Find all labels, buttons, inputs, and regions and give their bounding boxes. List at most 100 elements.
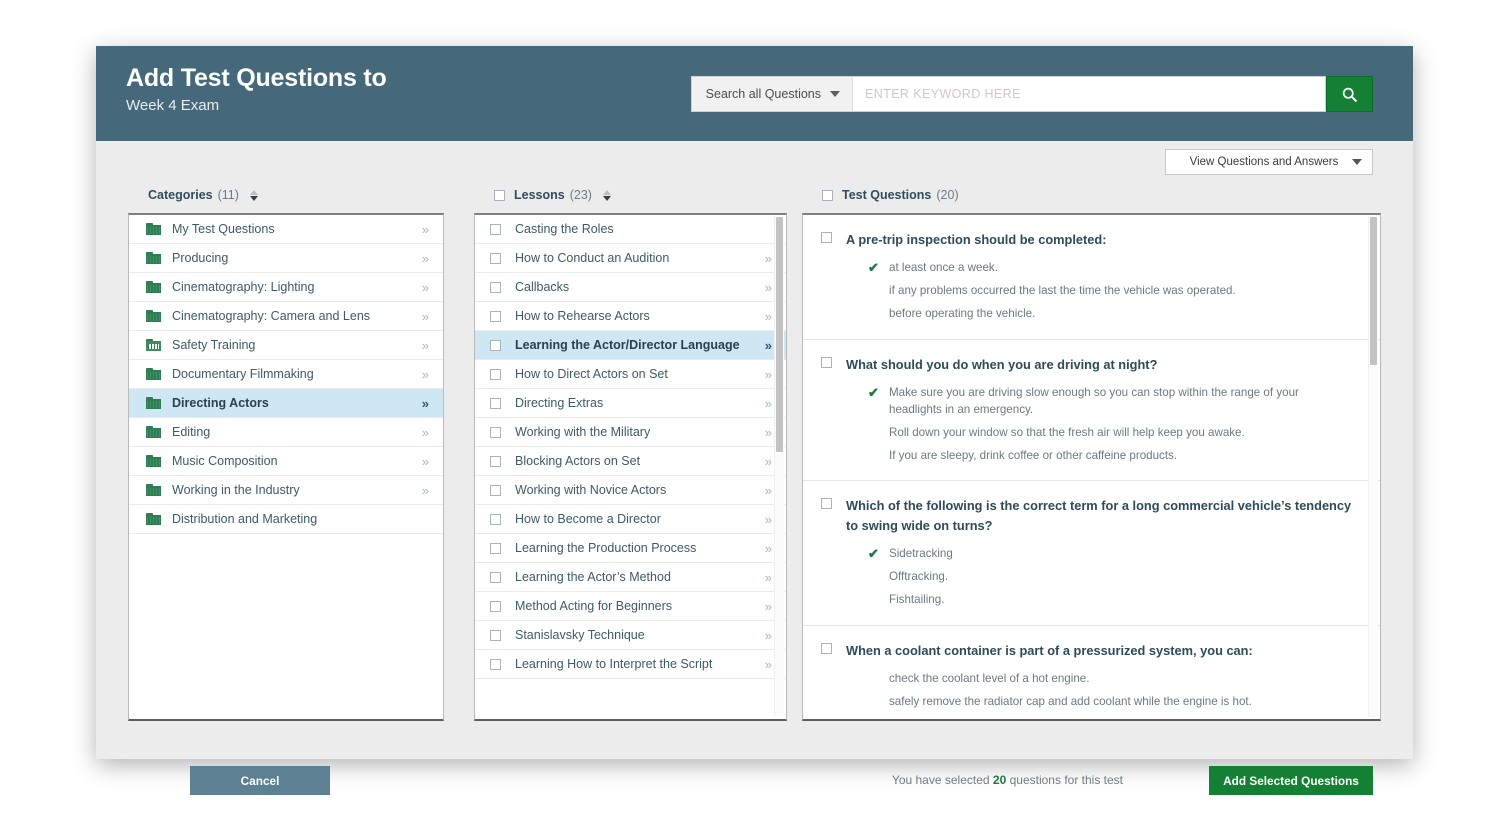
category-row[interactable]: Cinematography: Camera and Lens » — [129, 302, 443, 331]
chevron-right-double-icon[interactable]: » — [422, 281, 431, 294]
question-checkbox[interactable] — [821, 232, 832, 243]
category-row[interactable]: Working in the Industry » — [129, 476, 443, 505]
question-checkbox[interactable] — [821, 642, 832, 654]
categories-column: Categories (11) My Test Questions» Produc… — [128, 177, 444, 721]
category-row[interactable]: Cinematography: Lighting » — [129, 273, 443, 302]
lesson-checkbox[interactable] — [490, 368, 501, 380]
category-row[interactable]: Documentary Filmmaking » — [129, 360, 443, 389]
chevron-right-double-icon[interactable]: » — [765, 310, 774, 323]
lesson-label: How to Direct Actors on Set — [515, 367, 668, 381]
lesson-checkbox[interactable] — [490, 426, 501, 438]
chevron-right-double-icon[interactable]: » — [765, 252, 774, 265]
chevron-right-double-icon[interactable]: » — [765, 629, 774, 642]
chevron-right-double-icon[interactable]: » — [765, 455, 774, 468]
lesson-row[interactable]: How to Become a Director » — [475, 505, 786, 534]
chevron-right-double-icon[interactable]: » — [422, 223, 431, 236]
check-icon: ✔ — [868, 260, 879, 276]
category-row[interactable]: Safety Training » — [129, 331, 443, 360]
lesson-checkbox[interactable] — [490, 658, 501, 670]
chevron-right-double-icon[interactable]: » — [765, 600, 774, 613]
lesson-row[interactable]: Learning How to Interpret the Script » — [475, 650, 786, 679]
chevron-right-double-icon[interactable]: » — [422, 484, 431, 497]
category-row[interactable]: Directing Actors » — [129, 389, 443, 418]
category-row[interactable]: Producing » — [129, 244, 443, 273]
questions-scrollbar-thumb[interactable] — [1370, 217, 1377, 365]
lesson-checkbox[interactable] — [490, 397, 501, 409]
lesson-label: Working with the Military — [515, 425, 651, 439]
questions-scrollbar[interactable] — [1368, 217, 1378, 717]
chevron-right-double-icon[interactable]: » — [422, 455, 431, 468]
lesson-row[interactable]: Learning the Production Process » — [475, 534, 786, 563]
lesson-checkbox[interactable] — [490, 600, 501, 612]
lesson-checkbox[interactable] — [490, 513, 501, 525]
lesson-row[interactable]: Casting the Roles» — [475, 215, 786, 244]
selection-prefix: You have selected — [891, 773, 990, 787]
lesson-row[interactable]: Learning the Actor/Director Language » — [475, 331, 786, 360]
lessons-list: Casting the Roles»How to Conduct an Audi… — [475, 215, 786, 719]
chevron-right-double-icon[interactable]: » — [422, 339, 431, 352]
lesson-checkbox[interactable] — [490, 455, 501, 467]
chevron-right-double-icon[interactable]: » — [422, 368, 431, 381]
lesson-row[interactable]: Callbacks » — [475, 273, 786, 302]
chevron-right-double-icon[interactable]: » — [422, 252, 431, 265]
lesson-row[interactable]: Method Acting for Beginners » — [475, 592, 786, 621]
lesson-label: Method Acting for Beginners — [515, 599, 673, 613]
add-selected-questions-button[interactable]: Add Selected Questions — [1209, 766, 1373, 795]
chevron-right-double-icon[interactable]: » — [765, 658, 774, 671]
lesson-row[interactable]: Directing Extras » — [475, 389, 786, 418]
chevron-right-double-icon[interactable]: » — [422, 426, 431, 439]
chevron-right-double-icon[interactable]: » — [765, 426, 774, 439]
lesson-row[interactable]: Working with Novice Actors » — [475, 476, 786, 505]
lessons-select-all-checkbox[interactable] — [494, 189, 505, 201]
chevron-right-double-icon[interactable]: » — [765, 484, 774, 497]
lesson-checkbox[interactable] — [490, 629, 501, 641]
search-button[interactable] — [1326, 76, 1373, 112]
category-row[interactable]: My Test Questions » — [129, 215, 443, 244]
chevron-right-double-icon[interactable]: » — [765, 571, 774, 584]
question-checkbox[interactable] — [821, 356, 832, 368]
lesson-row[interactable]: Stanislavsky Technique » — [475, 621, 786, 650]
lesson-row[interactable]: Working with the Military » — [475, 418, 786, 447]
questions-select-all-checkbox[interactable] — [822, 189, 833, 201]
column-gap — [787, 177, 802, 721]
lesson-checkbox[interactable] — [490, 339, 501, 351]
lesson-checkbox[interactable] — [490, 223, 501, 235]
chevron-right-double-icon[interactable]: » — [765, 397, 774, 410]
chevron-right-double-icon[interactable]: » — [765, 513, 774, 526]
lesson-checkbox[interactable] — [490, 281, 501, 293]
lesson-row[interactable]: Blocking Actors on Set » — [475, 447, 786, 476]
lesson-checkbox[interactable] — [490, 542, 501, 554]
answer-text: at least once a week. — [889, 261, 998, 275]
sort-icon[interactable] — [602, 189, 612, 201]
question-checkbox[interactable] — [821, 498, 832, 510]
lesson-checkbox[interactable] — [490, 484, 501, 496]
chevron-right-double-icon[interactable]: » — [765, 368, 774, 381]
chevron-right-double-icon[interactable]: » — [765, 281, 774, 294]
answer-list: ✔ Make sure you are driving slow enough s… — [868, 382, 1354, 467]
lesson-checkbox[interactable] — [490, 571, 501, 583]
cancel-button[interactable]: Cancel — [190, 766, 330, 795]
view-mode-label: View Questions and Answers — [1189, 156, 1339, 168]
lesson-row[interactable]: Learning the Actor’s Method » — [475, 563, 786, 592]
question-header: A pre-trip inspection should be complete… — [821, 230, 1354, 249]
lesson-checkbox[interactable] — [490, 310, 501, 322]
view-mode-dropdown[interactable]: View Questions and Answers — [1165, 149, 1373, 175]
lessons-scrollbar-thumb[interactable] — [776, 217, 783, 452]
category-row[interactable]: Music Composition » — [129, 447, 443, 476]
chevron-right-double-icon[interactable]: » — [422, 397, 431, 410]
question-text: When a coolant container is part of a pr… — [846, 642, 1253, 658]
lesson-checkbox[interactable] — [490, 252, 501, 264]
chevron-right-double-icon[interactable]: » — [765, 542, 774, 555]
chevron-right-double-icon[interactable]: » — [422, 310, 431, 323]
chevron-right-double-icon[interactable]: » — [765, 339, 774, 352]
lessons-scrollbar[interactable] — [774, 217, 784, 717]
search-input[interactable] — [852, 76, 1326, 112]
category-label: Editing — [172, 425, 211, 439]
category-row[interactable]: Editing » — [129, 418, 443, 447]
sort-icon[interactable] — [249, 189, 259, 201]
search-scope-dropdown[interactable]: Search all Questions — [690, 76, 852, 112]
lesson-row[interactable]: How to Conduct an Audition » — [475, 244, 786, 273]
lesson-row[interactable]: How to Direct Actors on Set » — [475, 360, 786, 389]
category-row[interactable]: Distribution and Marketing» — [129, 505, 443, 534]
lesson-row[interactable]: How to Rehearse Actors » — [475, 302, 786, 331]
